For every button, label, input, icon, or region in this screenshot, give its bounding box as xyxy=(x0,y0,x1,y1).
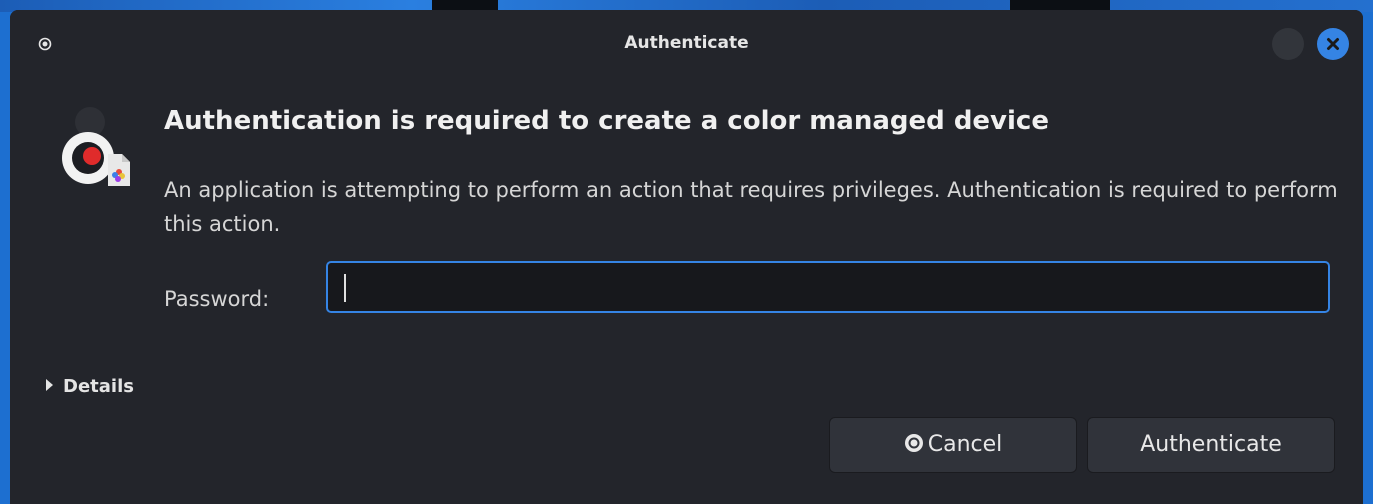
triangle-right-icon xyxy=(46,379,53,391)
dialog-heading: Authentication is required to create a c… xyxy=(164,106,1049,136)
cancel-button[interactable]: Cancel xyxy=(829,417,1077,473)
text-caret xyxy=(344,274,346,302)
dialog-description: An application is attempting to perform … xyxy=(164,178,1338,236)
password-input[interactable] xyxy=(326,261,1330,313)
close-button[interactable] xyxy=(1317,28,1349,60)
details-expander[interactable]: Details xyxy=(46,372,134,402)
stop-icon xyxy=(904,434,923,452)
authenticate-button[interactable]: Authenticate xyxy=(1087,417,1335,473)
record-icon[interactable] xyxy=(38,37,52,51)
details-label: Details xyxy=(63,376,134,397)
minimize-button[interactable] xyxy=(1272,28,1304,60)
close-icon xyxy=(1327,38,1339,50)
cancel-label: Cancel xyxy=(927,432,1003,457)
color-device-icon xyxy=(62,107,130,186)
window-title: Authenticate xyxy=(624,33,749,53)
title-bar: Authenticate xyxy=(10,10,1363,76)
authenticate-label: Authenticate xyxy=(1140,432,1282,457)
authenticate-dialog: Authenticate Authentication is required … xyxy=(10,10,1363,504)
password-label: Password: xyxy=(164,287,270,311)
